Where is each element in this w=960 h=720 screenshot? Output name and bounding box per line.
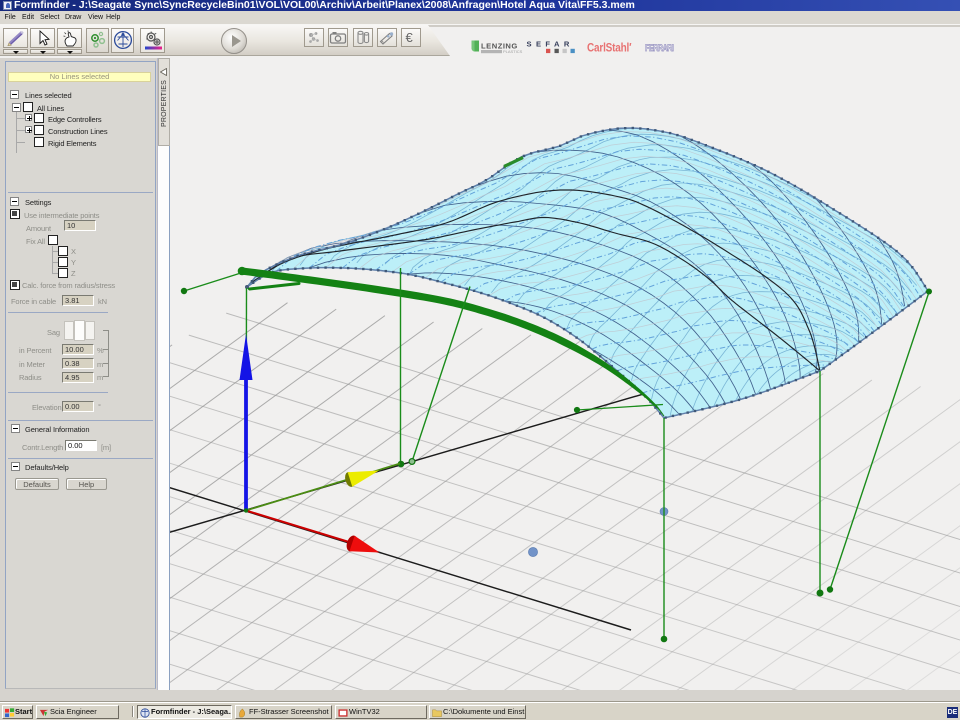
svg-text:PLASTICS: PLASTICS [503,49,523,54]
svg-text:€: € [406,30,414,45]
svg-text:SEFAR: SEFAR [527,40,574,49]
